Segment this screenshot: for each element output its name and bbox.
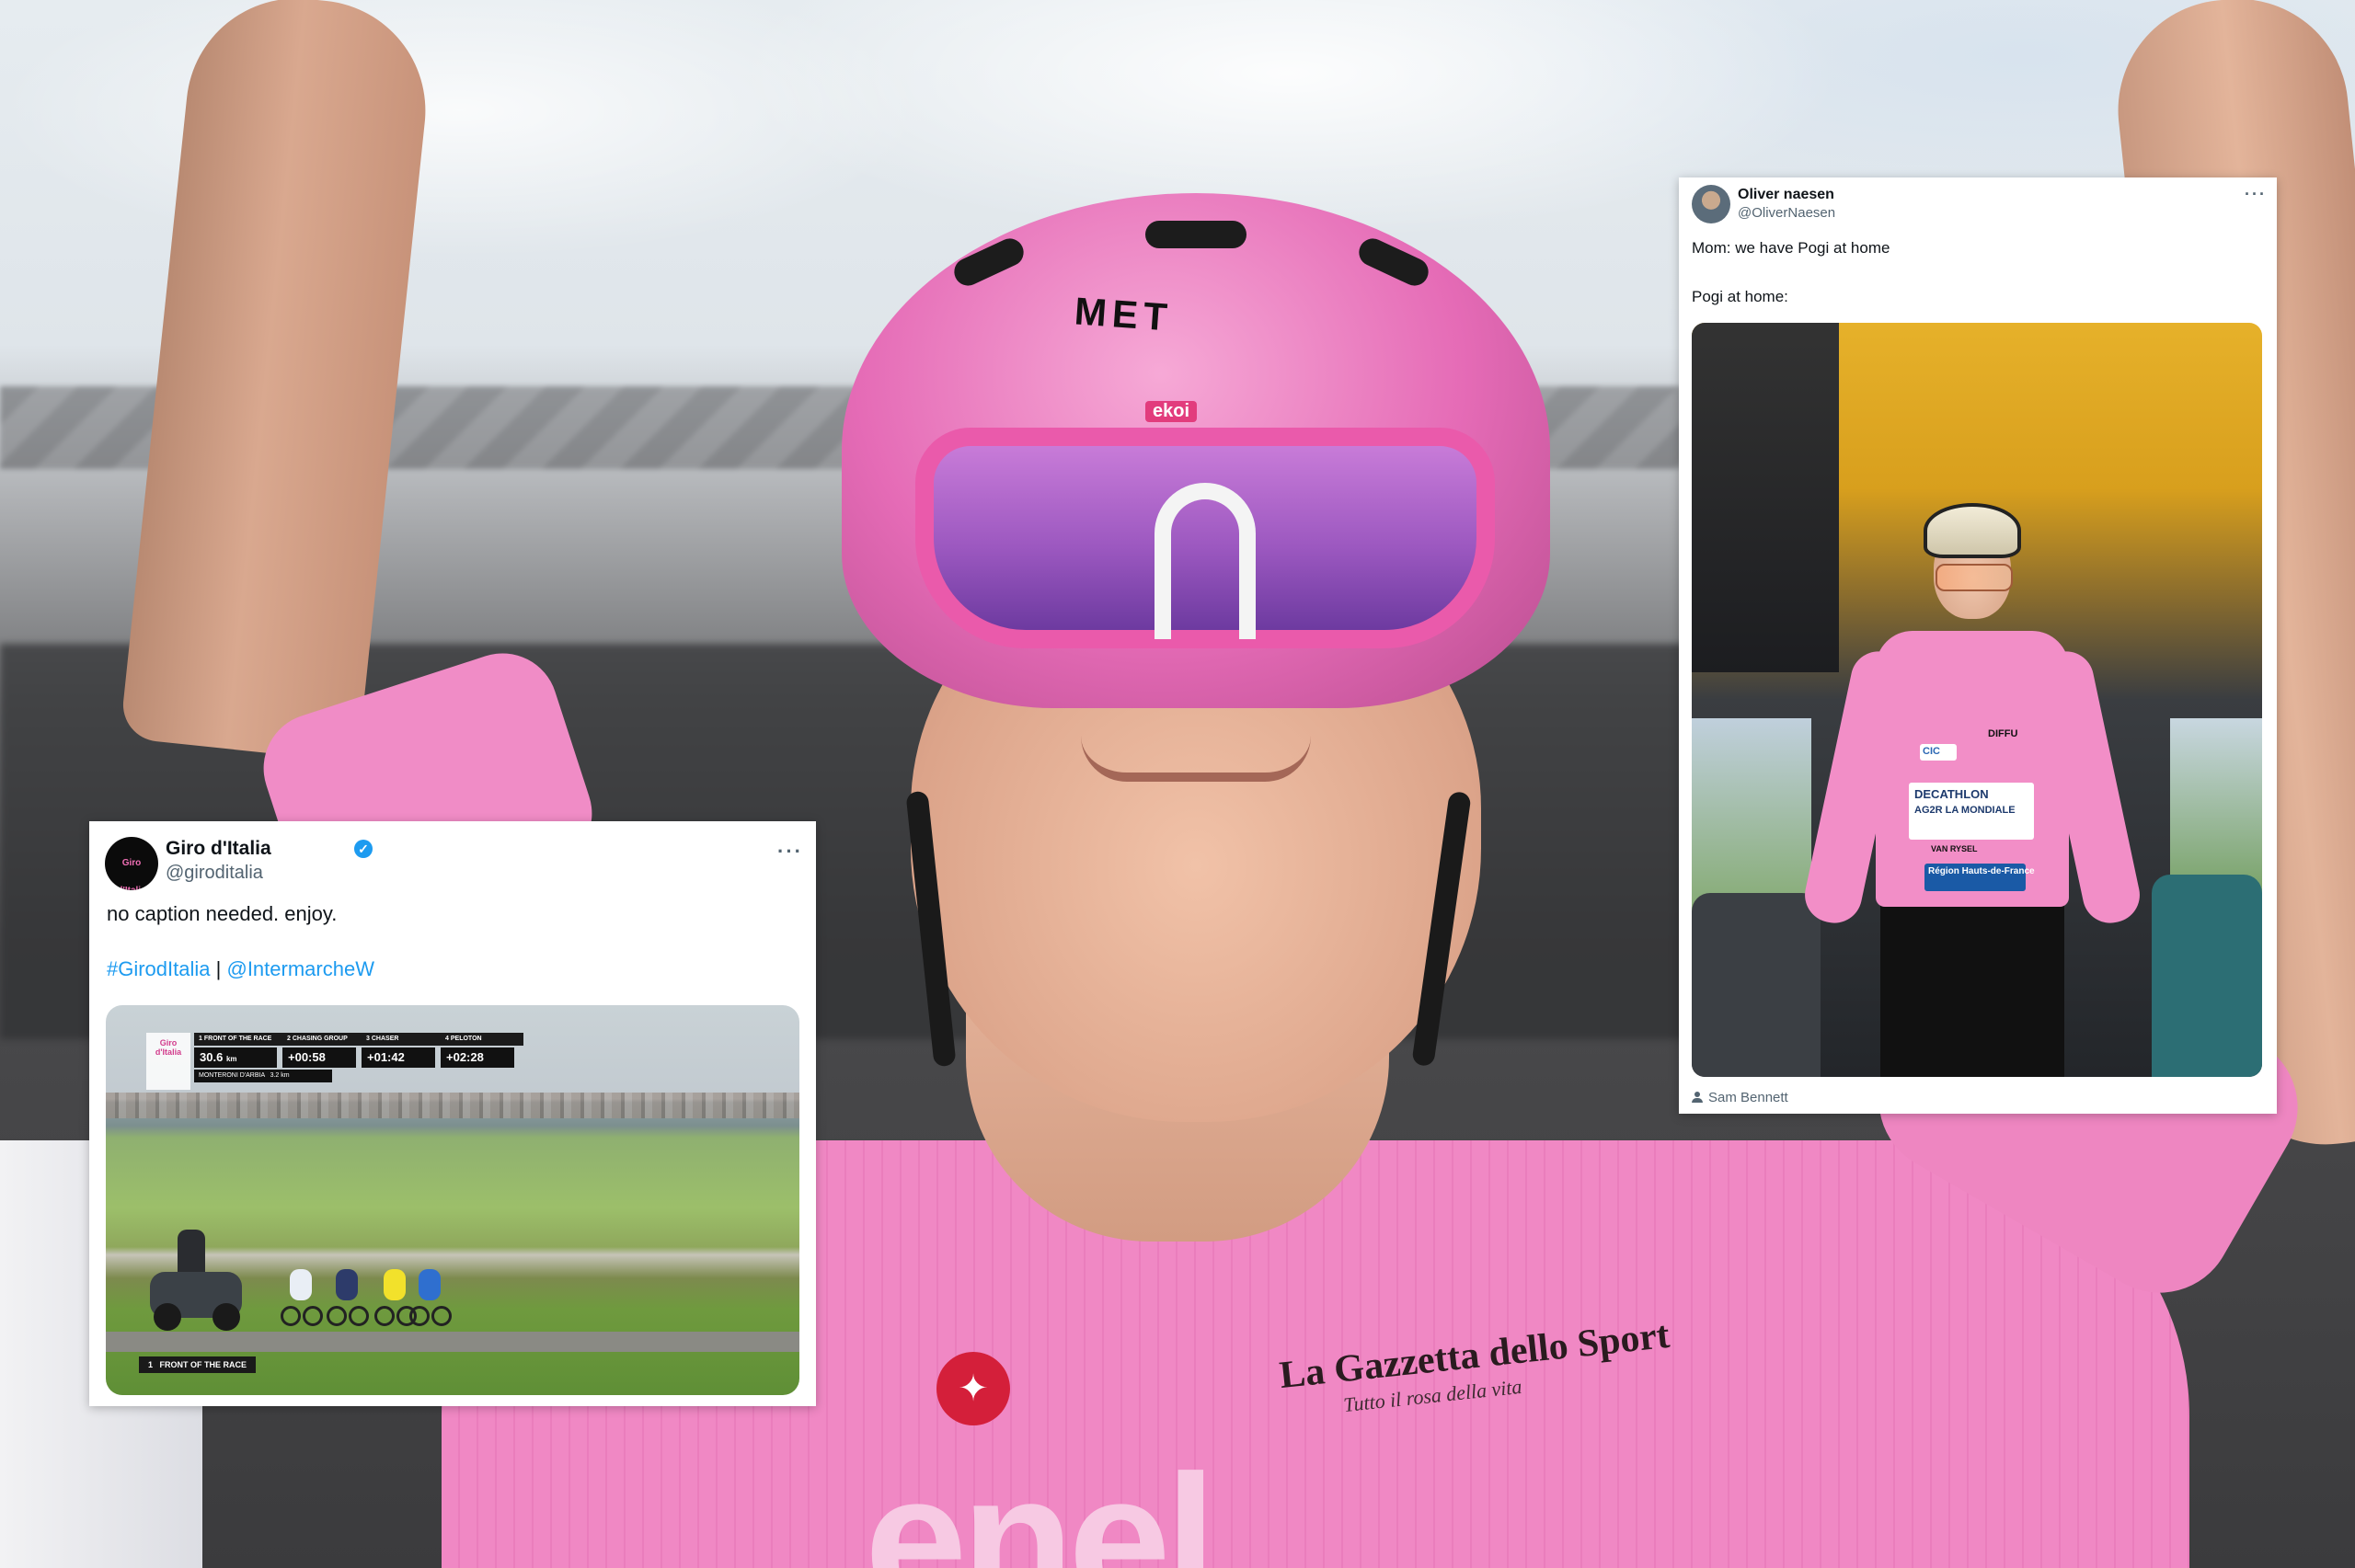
jersey-chest-sponsor: enel [865, 1437, 1216, 1568]
road [106, 1332, 799, 1352]
bus-seat [1692, 893, 1821, 1077]
avatar[interactable] [1692, 185, 1730, 223]
rider [281, 1269, 323, 1326]
race-broadcast-frame: Giro d'Italia 1 FRONT OF THE RACE 30.6 k… [106, 1005, 799, 1395]
avatar[interactable]: Giro d'Italia [105, 837, 158, 890]
giro-logo-icon: Giro d'Italia [117, 858, 145, 890]
person-icon [1692, 1092, 1703, 1103]
scorpion-logo-icon: ✦ [936, 1352, 1010, 1425]
video-player[interactable]: Giro d'Italia 1 FRONT OF THE RACE 30.6 k… [106, 1005, 799, 1395]
user-handle[interactable]: @giroditalia [166, 863, 263, 884]
display-name[interactable]: Oliver naesen [1738, 187, 1834, 203]
overlay-col-label: 1 FRONT OF THE RACE [194, 1033, 286, 1046]
more-options-button[interactable]: ··· [2245, 185, 2267, 204]
tweet-text-line1: Mom: we have Pogi at home [1692, 239, 1890, 257]
jersey-main-sponsor: DECATHLON AG2R LA MONDIALE [1909, 783, 2034, 840]
tweet-card-oliver[interactable]: Oliver naesen @OliverNaesen ··· Mom: we … [1679, 177, 2277, 1114]
overlay-col-value: +00:58 [282, 1047, 356, 1068]
glasses-bridge [1155, 483, 1256, 639]
verified-badge-icon: ✓ [354, 840, 373, 858]
sunglasses [915, 428, 1495, 648]
lower-third-caption: 1 FRONT OF THE RACE [139, 1356, 257, 1373]
rider [327, 1269, 369, 1326]
more-options-button[interactable]: ··· [777, 840, 803, 864]
overlay-col-label: 4 PELOTON [441, 1033, 523, 1046]
rider [409, 1269, 452, 1326]
overlay-col-value: 30.6 km [194, 1047, 277, 1068]
rider-helmet [1924, 503, 2021, 558]
photo-credit[interactable]: Sam Bennett [1692, 1090, 1788, 1105]
display-name[interactable]: Giro d'Italia [166, 838, 271, 860]
race-graphics-overlay: Giro d'Italia 1 FRONT OF THE RACE 30.6 k… [146, 1033, 551, 1097]
rider-smile [1081, 736, 1311, 782]
bus-seat [2152, 875, 2262, 1077]
overlay-sub-label: MONTERONI D'ARBIA 3.2 km [194, 1070, 332, 1082]
team-bus-photo: CIC DIFFU DECATHLON AG2R LA MONDIALE VAN… [1692, 323, 2262, 1077]
tweet-tags: #GirodItalia | @IntermarcheW [107, 957, 374, 981]
overlay-col-label: 3 CHASER [362, 1033, 444, 1046]
user-handle[interactable]: @OliverNaesen [1738, 205, 1835, 221]
overlay-col-value: +02:28 [441, 1047, 514, 1068]
tweet-card-giro[interactable]: Giro d'Italia Giro d'Italia ✓ @girodital… [89, 821, 816, 1406]
tweet-photo[interactable]: CIC DIFFU DECATHLON AG2R LA MONDIALE VAN… [1692, 323, 2262, 1077]
overlay-col-value: +01:42 [362, 1047, 435, 1068]
tv-motorbike [150, 1230, 242, 1331]
rider-visor [1936, 564, 2013, 591]
jersey-sponsor: DIFFU [1988, 728, 2018, 739]
jersey-sponsor: CIC [1920, 744, 1957, 761]
jersey-region-sponsor: Région Hauts-de-France [1924, 864, 2035, 891]
tweet-text: no caption needed. enjoy. [107, 902, 338, 925]
glasses-brand: ekoi [1145, 401, 1198, 422]
tweet-text-line2: Pogi at home: [1692, 288, 1788, 305]
bib-shorts [1880, 893, 2064, 1077]
jersey-sponsor: VAN RYSEL [1931, 844, 1978, 853]
helmet-brand: MET [1073, 289, 1175, 339]
separator: | [215, 957, 222, 980]
mention-link[interactable]: @IntermarcheW [226, 957, 373, 980]
overlay-col-label: 2 CHASING GROUP [282, 1033, 365, 1046]
hashtag-link[interactable]: #GirodItalia [107, 957, 211, 980]
giro-overlay-logo: Giro d'Italia [146, 1033, 190, 1090]
